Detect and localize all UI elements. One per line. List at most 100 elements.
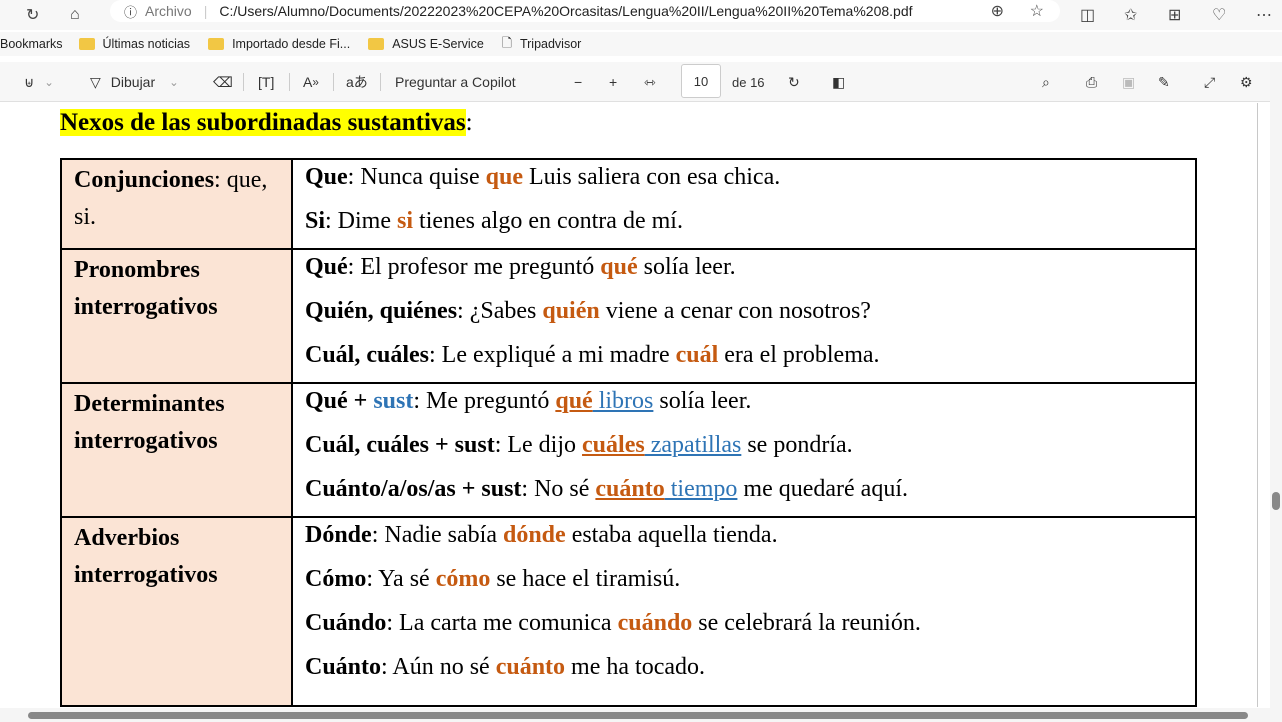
example-segment: solía leer. [653,388,752,414]
fullscreen-icon[interactable]: ⤢ [1204,62,1215,102]
table-row: Determinantes interrogativos Qué + sust: … [60,382,1197,518]
example-segment: Qué + [305,388,374,414]
examples-cell: Que: Nunca quise que Luis saliera con es… [291,158,1197,250]
save-as-icon[interactable]: ✎ [1158,62,1170,102]
example-line: Qué: El profesor me preguntó qué solía l… [305,250,1183,294]
example-line: Que: Nunca quise que Luis saliera con es… [305,160,1183,204]
examples-cell: Qué: El profesor me preguntó qué solía l… [291,248,1197,384]
example-line: Si: Dime si tienes algo en contra de mí. [305,204,1183,248]
example-segment: Luis saliera con esa chica. [523,164,781,190]
table-row: Pronombres interrogativos Qué: El profeso… [60,248,1197,384]
bookmark-item[interactable]: ASUS E-Service [368,37,484,51]
collections-icon[interactable]: ⊞ [1168,5,1181,25]
copilot-button[interactable]: Preguntar a Copilot [395,62,516,102]
example-segment: : Nadie sabía [371,522,503,548]
examples-cell: Qué + sust: Me preguntó qué libros solía… [291,382,1197,518]
text-box-icon[interactable]: [T] [258,62,274,102]
rotate-icon[interactable]: ↻ [788,62,800,102]
horizontal-scrollbar[interactable] [0,708,1270,722]
category-label: Determinantes interrogativos [74,391,225,454]
browser-essentials-icon[interactable]: ♡ [1212,5,1226,25]
page-number-input[interactable]: 10 [681,64,721,98]
translate-icon[interactable]: aあ [346,62,368,102]
info-icon: ⓘ [124,4,138,20]
read-aloud-icon[interactable]: A» [303,62,319,102]
example-segment: : Le expliqué a mi madre [429,342,676,368]
example-segment: cuánto [595,476,665,502]
folder-icon [368,38,385,50]
example-segment: se pondría. [741,432,853,458]
zoom-icon[interactable]: ⊕ [991,1,1004,21]
examples-cell: Dónde: Nadie sabía dónde estaba aquella … [291,516,1197,707]
category-label: Pronombres interrogativos [74,257,218,320]
example-segment: estaba aquella tienda. [565,522,778,548]
example-segment: Cuándo [305,610,387,636]
eraser-icon[interactable]: ⌫ [213,62,233,102]
scroll-thumb[interactable] [1272,492,1280,510]
more-icon[interactable]: ⋯ [1256,5,1272,25]
example-line: Cuánto: Aún no sé cuánto me ha tocado. [305,650,1183,694]
example-segment: cuáles [582,432,645,458]
example-segment: libros [592,388,654,414]
zoom-out-icon[interactable]: − [574,62,582,102]
example-segment: solía leer. [637,254,736,280]
draw-button[interactable]: ▽ Dibujar ⌄ [90,62,179,102]
split-screen-icon[interactable]: ◫ [1080,5,1095,25]
example-segment: tienes algo en contra de mí. [413,208,683,234]
example-segment: Si [305,208,326,234]
star-icon[interactable]: ☆ [1030,1,1044,21]
highlight-icon[interactable]: ⊎ ⌄ [24,62,54,102]
example-segment: Que [305,164,348,190]
home-icon[interactable]: ⌂ [70,6,80,24]
page-icon: 🗋 [501,35,512,50]
favorites-icon[interactable]: ✩ [1124,5,1137,25]
example-segment: : El profesor me preguntó [347,254,601,280]
category-cell: Pronombres interrogativos [60,248,293,384]
settings-icon[interactable]: ⚙ [1240,62,1253,102]
example-segment: Qué [305,254,348,280]
example-segment: Cuál, cuáles [305,342,430,368]
example-segment: Cuál, cuáles + sust [305,432,495,458]
pdf-toolbar: ⊎ ⌄ ▽ Dibujar ⌄ ⌫ [T] A» aあ Preguntar a Co… [0,62,1282,102]
example-segment: Cuánto [305,654,382,680]
example-segment: sust [373,388,414,414]
bookmark-item[interactable]: Últimas noticias [78,37,190,51]
example-segment: tiempo [664,476,738,502]
vertical-scrollbar[interactable] [1270,62,1282,722]
category-cell: Determinantes interrogativos [60,382,293,518]
example-segment: : Aún no sé [381,654,496,680]
bookmarks-bar: Bookmarks Últimas noticias Importado des… [0,32,1282,56]
bookmark-item[interactable]: Importado desde Fi... [208,37,350,51]
save-icon[interactable]: ▣ [1122,62,1135,102]
fit-width-icon[interactable]: ⇿ [644,62,656,102]
example-line: Cuándo: La carta me comunica cuándo se c… [305,606,1183,650]
folder-icon [78,38,95,50]
refresh-icon[interactable]: ↻ [26,5,39,25]
category-cell: Conjunciones: que, si. [60,158,293,250]
zoom-in-icon[interactable]: + [609,62,617,102]
example-line: Cuánto/a/os/as + sust: No sé cuánto tiem… [305,472,1183,516]
example-line: Cuál, cuáles + sust: Le dijo cuáles zapa… [305,428,1183,472]
example-segment: quién [542,298,600,324]
example-segment: cuál [675,342,719,368]
bookmarks-label[interactable]: Bookmarks [0,37,63,51]
example-segment: : La carta me comunica [386,610,618,636]
scroll-thumb[interactable] [28,712,1248,719]
folder-icon [208,38,225,50]
example-segment: zapatillas [644,432,742,458]
example-segment: Cuánto/a/os/as + sust [305,476,522,502]
url-field[interactable]: ⓘ Archivo | C:/Users/Alumno/Documents/20… [110,0,1060,22]
page-view-icon[interactable]: ◧ [832,62,845,102]
bookmark-item[interactable]: 🗋 Tripadvisor [502,34,581,55]
print-icon[interactable]: ⎙ [1086,62,1097,102]
example-line: Cuál, cuáles: Le expliqué a mi madre cuá… [305,338,1183,382]
pdf-page: Nexos de las subordinadas sustantivas: C… [0,103,1270,707]
example-segment: cuándo [617,610,693,636]
example-segment: Cómo [305,566,367,592]
archivo-label: Archivo [145,3,192,19]
search-icon[interactable]: ⌕ [1042,62,1050,102]
example-segment: qué [600,254,638,280]
example-segment: que [485,164,523,190]
example-line: Qué + sust: Me preguntó qué libros solía… [305,384,1183,428]
page-count: de 16 [732,74,765,90]
